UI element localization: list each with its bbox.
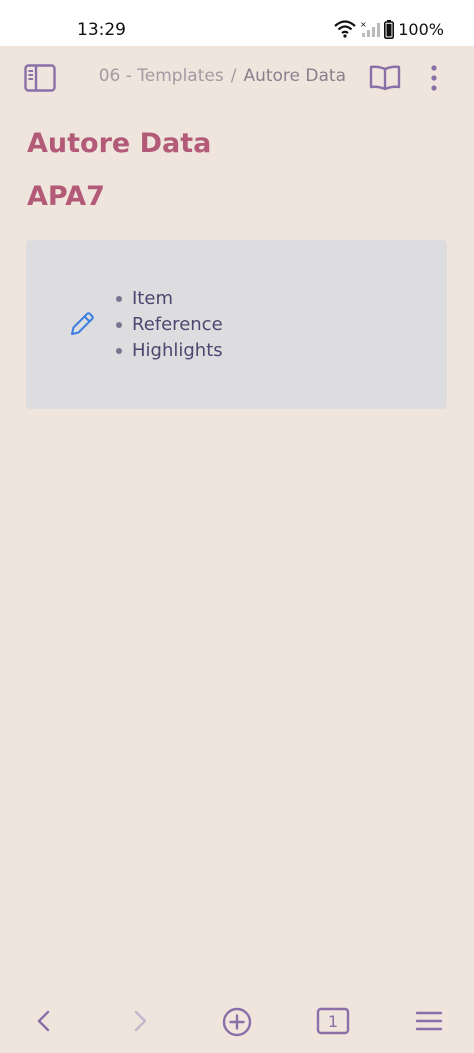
callout-list: Item Reference Highlights	[116, 286, 223, 364]
more-options-button[interactable]	[420, 62, 448, 94]
list-item-text: Item	[132, 288, 173, 309]
menu-icon	[415, 1011, 443, 1031]
sidebar-toggle-button[interactable]	[22, 62, 58, 94]
bullet-icon	[116, 348, 122, 354]
tab-count: 1	[327, 1011, 339, 1031]
status-icons: × 100%	[334, 18, 444, 40]
list-item-text: Highlights	[132, 340, 223, 361]
list-item-text: Reference	[132, 314, 223, 335]
list-item: Item	[116, 286, 223, 312]
menu-button[interactable]	[412, 1005, 446, 1037]
reading-mode-button[interactable]	[367, 62, 403, 94]
wifi-icon	[334, 20, 356, 38]
list-item: Reference	[116, 312, 223, 338]
back-button[interactable]	[28, 1005, 60, 1037]
breadcrumb-parent[interactable]: 06 - Templates	[99, 66, 224, 86]
new-note-button[interactable]	[220, 1005, 254, 1039]
svg-text:×: ×	[360, 20, 367, 29]
new-note-icon	[222, 1007, 252, 1037]
breadcrumb-current[interactable]: Autore Data	[243, 66, 346, 86]
forward-button[interactable]	[124, 1005, 156, 1037]
forward-icon	[134, 1010, 147, 1032]
bottom-navigation: 1	[0, 995, 474, 1049]
app-header: 06 - Templates / Autore Data	[0, 46, 474, 110]
note-heading: APA7	[27, 181, 105, 212]
battery-icon	[384, 19, 395, 39]
battery-percentage: 100%	[398, 19, 444, 39]
no-signal-icon: ×	[360, 20, 381, 37]
edit-pencil-icon	[71, 312, 94, 335]
breadcrumb: 06 - Templates / Autore Data	[99, 66, 346, 86]
more-options-icon	[431, 65, 437, 91]
bullet-icon	[116, 296, 122, 302]
breadcrumb-separator: /	[230, 66, 237, 86]
status-bar: 13:29 × 100%	[0, 0, 474, 46]
note-title: Autore Data	[27, 128, 212, 159]
reading-mode-icon	[369, 65, 401, 91]
status-time: 13:29	[77, 20, 126, 40]
tabs-button[interactable]: 1	[315, 1005, 351, 1037]
bullet-icon	[116, 322, 122, 328]
edit-block-button[interactable]	[68, 310, 96, 338]
callout-block[interactable]: Item Reference Highlights	[26, 240, 447, 409]
list-item: Highlights	[116, 338, 223, 364]
back-icon	[37, 1010, 50, 1032]
sidebar-toggle-icon	[24, 64, 56, 92]
